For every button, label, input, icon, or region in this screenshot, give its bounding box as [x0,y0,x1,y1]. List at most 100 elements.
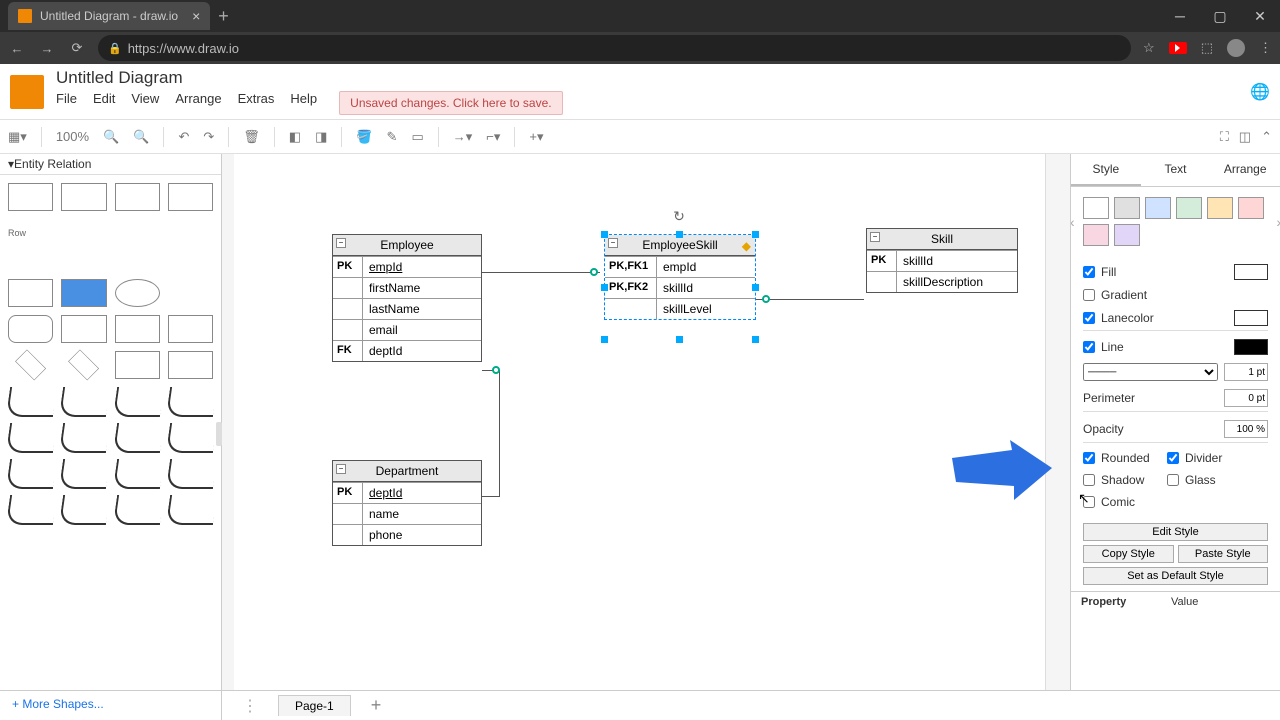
extension-icon[interactable]: ⬚ [1201,40,1213,56]
add-page-button[interactable]: + [371,695,382,716]
swatch[interactable] [1114,224,1140,246]
line-width-input[interactable] [1224,363,1268,381]
divider-checkbox[interactable] [1167,452,1179,464]
shape-row[interactable] [61,219,106,235]
youtube-icon[interactable] [1169,42,1187,54]
swatch[interactable] [1207,197,1233,219]
menu-icon[interactable]: ⋮ [1259,40,1272,56]
shape-table[interactable] [168,183,213,211]
menu-edit[interactable]: Edit [93,91,115,115]
shape-connector[interactable] [8,459,53,487]
shape-table[interactable] [8,183,53,211]
collapse-icon[interactable]: ⌃ [1261,129,1272,145]
menu-file[interactable]: File [56,91,77,115]
browser-tab[interactable]: Untitled Diagram - draw.io × [8,2,210,30]
shape-connector[interactable] [61,459,106,487]
shape-entity[interactable] [115,351,160,379]
shape-entity[interactable] [168,315,213,343]
swatch[interactable] [1083,197,1109,219]
shape-connector[interactable] [61,423,106,451]
swatch[interactable] [1114,197,1140,219]
fill-color[interactable] [1234,264,1268,280]
collapse-icon[interactable]: − [608,238,618,248]
tofront-icon[interactable]: ◧ [289,129,301,145]
shape-entity[interactable] [8,279,53,307]
new-tab-button[interactable]: + [218,6,229,27]
chevron-right-icon[interactable]: › [1276,214,1280,230]
line-style-select[interactable]: ──── [1083,363,1218,381]
zoom-out-icon[interactable]: 🔍 [133,129,149,145]
page-menu-icon[interactable]: ⋮ [242,696,258,716]
shape-row[interactable] [168,219,213,235]
shape-entity[interactable] [61,315,106,343]
shape-connector[interactable] [168,387,213,415]
shape-row[interactable] [115,219,160,235]
zoom-in-icon[interactable]: 🔍 [103,129,119,145]
shape-connector[interactable] [61,387,106,415]
redo-icon[interactable]: ↷ [203,129,214,145]
shapes-section-header[interactable]: ▾ Entity Relation [0,154,221,175]
shape-connector[interactable] [61,495,106,523]
fill-checkbox[interactable] [1083,266,1095,278]
more-shapes-link[interactable]: + More Shapes... [0,691,221,717]
shape-relationship[interactable] [68,349,99,380]
delete-icon[interactable]: 🗑 [243,129,260,145]
shape-row[interactable] [61,255,106,271]
address-bar[interactable]: 🔒 https://www.draw.io [98,35,1131,61]
page-tab[interactable]: Page-1 [278,695,351,716]
star-icon[interactable]: ☆ [1143,40,1155,56]
paste-style-button[interactable]: Paste Style [1178,545,1269,563]
shape-connector[interactable] [115,387,160,415]
shape-entity[interactable] [61,279,106,307]
zoom-level[interactable]: 100% [56,129,89,144]
tab-arrange[interactable]: Arrange [1210,154,1280,186]
entity-employee[interactable]: −Employee PKempIdfirstNamelastNameemailF… [332,234,482,362]
shape-connector[interactable] [168,423,213,451]
fullscreen-icon[interactable]: ⛶ [1220,129,1229,145]
shape-connector[interactable] [8,423,53,451]
connection-icon[interactable]: →▾ [453,129,473,145]
shadow-checkbox[interactable] [1083,474,1095,486]
reload-icon[interactable]: ⟳ [68,40,86,56]
shape-connector[interactable] [115,495,160,523]
entity-skill[interactable]: −Skill PKskillIdskillDescription [866,228,1018,293]
swatch[interactable] [1083,224,1109,246]
shape-entity[interactable] [115,315,160,343]
shape-table[interactable] [115,183,160,211]
shadow-icon[interactable]: ▭ [411,129,423,145]
canvas[interactable]: −Employee PKempIdfirstNamelastNameemailF… [222,154,1070,690]
entity-department[interactable]: −Department PKdeptIdnamephone [332,460,482,546]
gradient-checkbox[interactable] [1083,289,1095,301]
edit-style-button[interactable]: Edit Style [1083,523,1268,541]
entity-employeeskill[interactable]: −EmployeeSkill◆ PK,FK1empIdPK,FK2skillId… [604,234,756,320]
back-icon[interactable]: ← [8,41,26,56]
close-tab-icon[interactable]: × [192,8,200,24]
collapse-icon[interactable]: − [336,238,346,248]
tab-style[interactable]: Style [1071,154,1141,186]
menu-extras[interactable]: Extras [238,91,275,115]
shape-cloud[interactable] [8,315,53,343]
shape-table[interactable] [61,183,106,211]
forward-icon[interactable]: → [38,41,56,56]
shape-connector[interactable] [115,423,160,451]
shape-row[interactable]: Row [8,219,53,247]
shape-connector[interactable] [168,459,213,487]
chevron-left-icon[interactable]: ‹ [1070,214,1075,230]
toback-icon[interactable]: ◨ [315,129,327,145]
shape-note[interactable] [168,351,213,379]
maximize-icon[interactable]: ▢ [1200,0,1240,32]
lanecolor-color[interactable] [1234,310,1268,326]
shape-row[interactable] [168,255,213,271]
view-dropdown-icon[interactable]: ▦▾ [8,129,27,145]
shape-row[interactable] [115,255,160,271]
shape-row[interactable] [8,255,53,271]
swatch[interactable] [1145,197,1171,219]
linecolor-icon[interactable]: ✎ [387,129,398,145]
shape-connector[interactable] [115,459,160,487]
undo-icon[interactable]: ↶ [178,129,189,145]
comic-checkbox[interactable] [1083,496,1095,508]
default-style-button[interactable]: Set as Default Style [1083,567,1268,585]
profile-avatar[interactable] [1227,39,1245,57]
language-icon[interactable]: 🌐 [1250,82,1270,102]
sidebar-resize-handle[interactable] [216,422,222,446]
